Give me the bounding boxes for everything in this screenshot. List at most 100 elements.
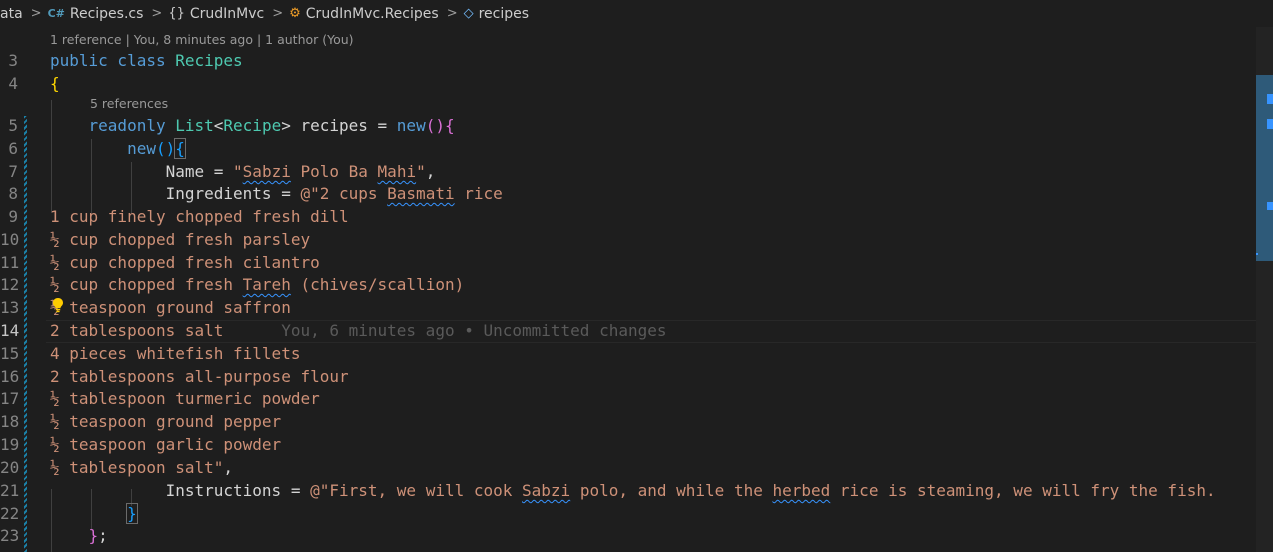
minimap-marker: [1267, 202, 1273, 210]
code-line[interactable]: Ingredients = @"2 cups Basmati rice: [50, 182, 503, 205]
lightbulb-icon[interactable]: [51, 297, 65, 313]
identifier: > recipes =: [281, 116, 397, 135]
code-line[interactable]: ½ cup chopped fresh Tareh (chives/scalli…: [50, 273, 464, 296]
string: ": [416, 162, 426, 181]
code-line[interactable]: readonly List<Recipe> recipes = new(){: [50, 114, 455, 137]
code-editor[interactable]: 1 reference | You, 8 minutes ago | 1 aut…: [0, 27, 1273, 552]
property: Name =: [165, 162, 234, 181]
keyword: readonly: [88, 116, 176, 135]
code-line[interactable]: 1 cup finely chopped fresh dill: [50, 205, 349, 228]
punctuation: ,: [425, 162, 436, 181]
line-number: 5: [8, 116, 18, 135]
line-number: 4: [8, 74, 18, 93]
inline-blame[interactable]: You, 6 minutes ago • Uncommitted changes: [281, 321, 666, 340]
code-line[interactable]: 4 pieces whitefish fillets: [50, 342, 300, 365]
code-line[interactable]: 2 tablespoons all-purpose flour: [50, 365, 349, 388]
breadcrumb-label: Recipes.cs: [69, 5, 144, 22]
csharp-file-icon: C#: [47, 7, 65, 20]
code-line[interactable]: ½ teaspoon ground pepper: [50, 410, 281, 433]
bracket: {: [444, 116, 455, 135]
line-number: 10: [0, 230, 20, 249]
code-line[interactable]: ½ teaspoon garlic powder: [50, 433, 281, 456]
code-line[interactable]: new(){: [50, 137, 186, 160]
line-number: 21: [0, 481, 20, 500]
punctuation: <: [213, 116, 224, 135]
property: Instructions =: [165, 481, 311, 500]
code-line[interactable]: };: [50, 524, 108, 547]
breadcrumb-item-file[interactable]: C# Recipes.cs: [48, 6, 144, 22]
line-number: 12: [0, 275, 20, 294]
minimap-marker: [1267, 119, 1273, 129]
keyword: new: [396, 116, 426, 135]
keyword: new: [127, 139, 156, 158]
matched-bracket: {: [174, 138, 186, 159]
line-number: 20: [0, 458, 20, 477]
bracket: (): [155, 139, 176, 158]
line-number: 8: [8, 184, 18, 203]
modified-lines-indicator[interactable]: [24, 116, 27, 552]
breadcrumb-item-namespace[interactable]: {} CrudInMvc: [168, 6, 264, 22]
bracket: {: [50, 74, 60, 93]
line-number: 13: [0, 298, 20, 317]
string: 2 tablespoons salt: [50, 321, 224, 340]
code-line[interactable]: {: [50, 72, 60, 95]
spelling-warning[interactable]: Mahi: [378, 162, 417, 181]
property: Ingredients =: [165, 184, 301, 203]
spelling-warning[interactable]: Sabzi: [522, 481, 570, 500]
chevron-right-icon: >: [446, 6, 458, 21]
string: ½ cup chopped fresh: [50, 275, 243, 294]
breadcrumb-label: CrudInMvc.Recipes: [305, 5, 439, 22]
chevron-right-icon: >: [272, 6, 284, 21]
line-number: 19: [0, 435, 20, 454]
code-line[interactable]: ½ cup chopped fresh parsley: [50, 228, 310, 251]
line-number: 7: [8, 162, 18, 181]
code-line[interactable]: Instructions = @"First, we will cook Sab…: [50, 479, 1216, 502]
bracket: (): [425, 116, 445, 135]
string: Polo Ba: [290, 162, 378, 181]
spelling-warning[interactable]: herbed: [772, 481, 830, 500]
matched-bracket: }: [126, 503, 138, 524]
code-line[interactable]: public class Recipes: [50, 49, 243, 72]
breadcrumb-item-class[interactable]: ⚙ CrudInMvc.Recipes: [289, 6, 439, 22]
string: @"First, we will cook: [310, 481, 523, 500]
punctuation: ;: [98, 526, 108, 545]
line-number: 18: [0, 412, 20, 431]
breadcrumb-item-folder[interactable]: ata: [0, 6, 23, 22]
field-icon: ◇: [463, 6, 474, 21]
spelling-warning[interactable]: Sabzi: [243, 162, 291, 181]
breadcrumb-label: ata: [0, 5, 23, 22]
string: rice is steaming, we will fry the fish.: [830, 481, 1216, 500]
keyword: public class: [50, 51, 176, 70]
spelling-warning[interactable]: Basmati: [387, 184, 454, 203]
code-line[interactable]: ½ tablespoon turmeric powder: [50, 387, 320, 410]
punctuation: ,: [223, 458, 234, 477]
codelens-class[interactable]: 1 reference | You, 8 minutes ago | 1 aut…: [50, 31, 354, 49]
line-number: 6: [8, 139, 18, 158]
code-line[interactable]: 2 tablespoons salt You, 6 minutes ago • …: [50, 319, 667, 342]
code-line[interactable]: ½ teaspoon ground saffron: [50, 296, 291, 319]
line-number: 11: [0, 253, 20, 272]
code-line[interactable]: Name = "Sabzi Polo Ba Mahi",: [50, 160, 436, 183]
namespace-icon: {}: [168, 6, 185, 21]
chevron-right-icon: >: [151, 6, 163, 21]
string: @"2 cups: [300, 184, 388, 203]
line-number: 17: [0, 389, 20, 408]
minimap[interactable]: [1256, 27, 1273, 552]
spelling-warning[interactable]: Tareh: [243, 275, 291, 294]
line-number: 15: [0, 344, 20, 363]
minimap-marker: [1267, 94, 1273, 104]
line-number: 3: [8, 51, 18, 70]
code-line[interactable]: ½ tablespoon salt",: [50, 456, 233, 479]
chevron-right-icon: >: [30, 6, 42, 21]
string: ": [233, 162, 243, 181]
breadcrumb-item-field[interactable]: ◇ recipes: [464, 6, 529, 22]
type-name: List: [175, 116, 214, 135]
line-number: 9: [8, 207, 18, 226]
code-line[interactable]: ½ cup chopped fresh cilantro: [50, 251, 320, 274]
codelens-field[interactable]: 5 references: [90, 95, 168, 113]
breadcrumb-label: recipes: [478, 5, 530, 22]
class-icon: ⚙: [289, 6, 301, 21]
code-line[interactable]: }: [50, 502, 138, 525]
type-name: Recipes: [175, 51, 243, 70]
bracket: }: [88, 526, 99, 545]
